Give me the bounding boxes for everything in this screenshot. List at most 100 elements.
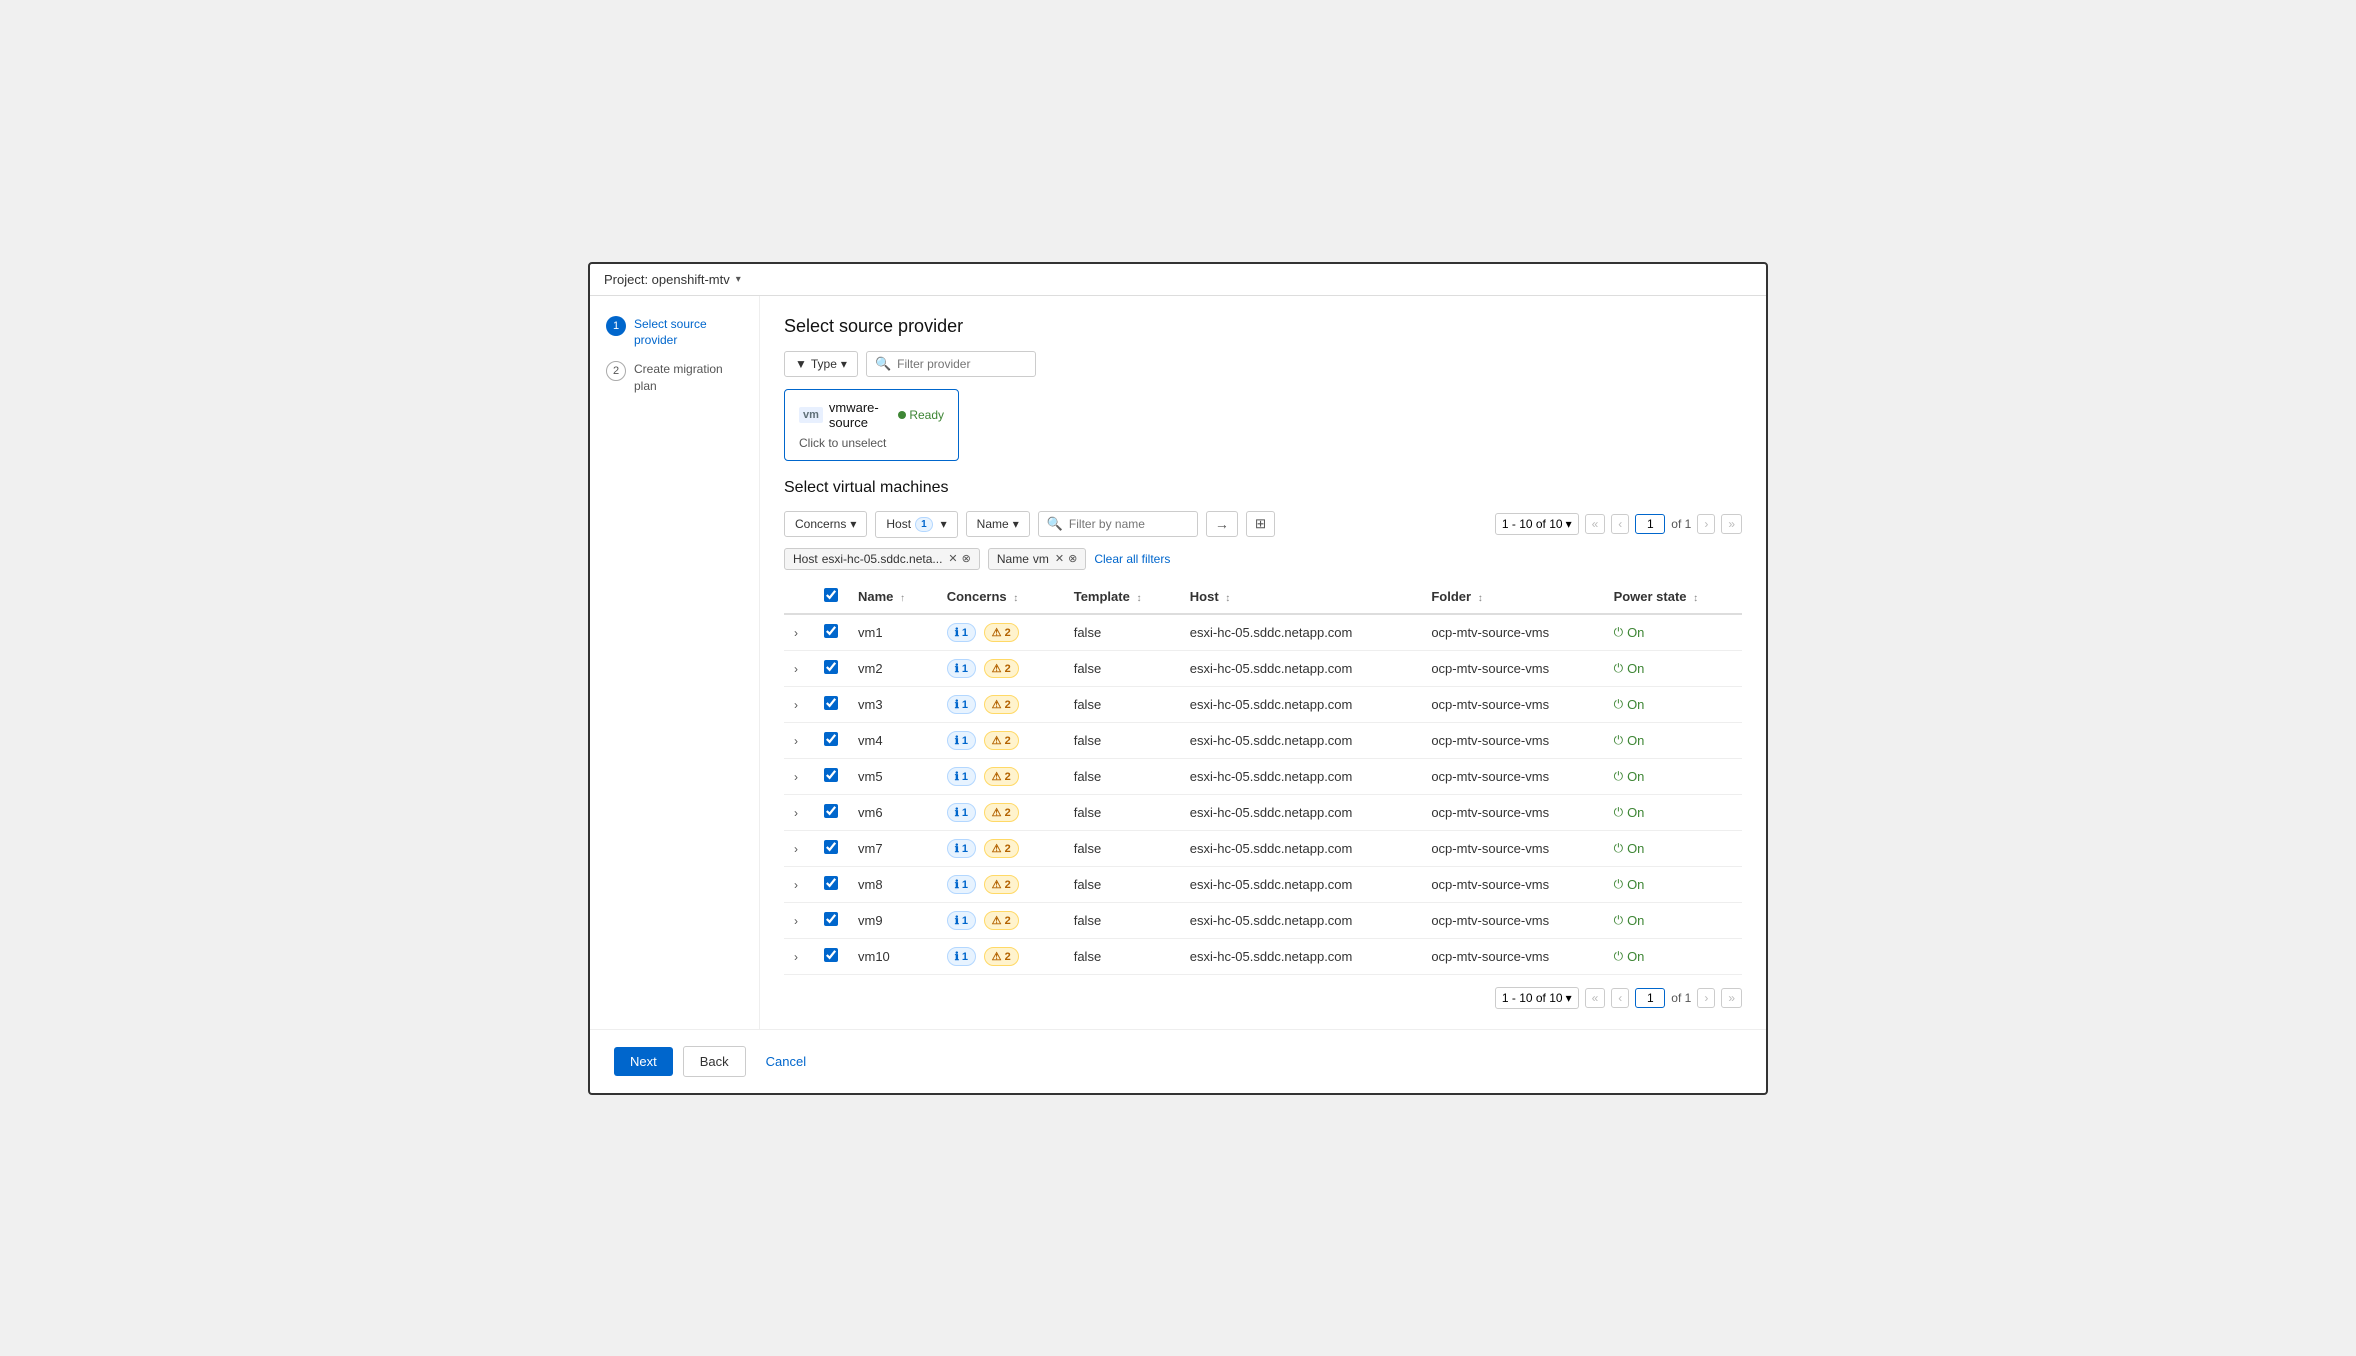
row-name: vm10 xyxy=(848,938,937,974)
info-badge[interactable]: ℹ 1 xyxy=(947,875,976,894)
row-checkbox[interactable] xyxy=(824,732,838,746)
type-filter-button[interactable]: ▼ Type ▾ xyxy=(784,351,858,377)
row-checkbox[interactable] xyxy=(824,696,838,710)
last-page-button-bottom[interactable]: » xyxy=(1721,988,1742,1008)
row-template: false xyxy=(1064,794,1180,830)
row-template: false xyxy=(1064,938,1180,974)
name-filter-input[interactable] xyxy=(1069,517,1189,531)
info-badge[interactable]: ℹ 1 xyxy=(947,803,976,822)
row-expand-arrow[interactable]: › xyxy=(794,950,798,964)
page-size-button-bottom[interactable]: 1 - 10 of 10 ▾ xyxy=(1495,987,1579,1009)
warn-badge[interactable]: ⚠ 2 xyxy=(984,947,1019,966)
host-filter-label: Host xyxy=(886,517,911,531)
row-expand-arrow[interactable]: › xyxy=(794,734,798,748)
host-filter-button[interactable]: Host 1 ▾ xyxy=(875,511,957,538)
power-on-status: ⏻ On xyxy=(1614,877,1732,892)
row-checkbox[interactable] xyxy=(824,876,838,890)
row-checkbox-cell xyxy=(814,614,848,651)
last-page-button[interactable]: » xyxy=(1721,514,1742,534)
warn-badge[interactable]: ⚠ 2 xyxy=(984,767,1019,786)
row-checkbox[interactable] xyxy=(824,624,838,638)
warn-badge[interactable]: ⚠ 2 xyxy=(984,623,1019,642)
concerns-filter-button[interactable]: Concerns ▾ xyxy=(784,511,867,537)
row-checkbox[interactable] xyxy=(824,768,838,782)
host-col-header[interactable]: Host ↕ xyxy=(1180,580,1422,614)
warn-badge[interactable]: ⚠ 2 xyxy=(984,839,1019,858)
next-button[interactable]: Next xyxy=(614,1047,673,1076)
expand-col-header xyxy=(784,580,814,614)
row-checkbox[interactable] xyxy=(824,660,838,674)
concerns-col-label: Concerns xyxy=(947,589,1007,604)
info-badge[interactable]: ℹ 1 xyxy=(947,695,976,714)
row-checkbox[interactable] xyxy=(824,804,838,818)
page-input[interactable] xyxy=(1635,514,1665,534)
clear-all-filters-link[interactable]: Clear all filters xyxy=(1094,552,1170,566)
info-badge[interactable]: ℹ 1 xyxy=(947,911,976,930)
warn-badge[interactable]: ⚠ 2 xyxy=(984,731,1019,750)
power-col-header[interactable]: Power state ↕ xyxy=(1604,580,1742,614)
row-expand-arrow[interactable]: › xyxy=(794,914,798,928)
expand-cell: › xyxy=(784,650,814,686)
template-col-header[interactable]: Template ↕ xyxy=(1064,580,1180,614)
name-chip-clear-icon[interactable]: ⊗ xyxy=(1068,552,1077,565)
info-badge[interactable]: ℹ 1 xyxy=(947,947,976,966)
search-icon: 🔍 xyxy=(875,356,891,372)
next-page-button-bottom[interactable]: › xyxy=(1697,988,1715,1008)
row-checkbox[interactable] xyxy=(824,840,838,854)
expand-cell: › xyxy=(784,686,814,722)
step-2-label: Create migration plan xyxy=(634,361,743,395)
page-size-button[interactable]: 1 - 10 of 10 ▾ xyxy=(1495,513,1579,535)
row-expand-arrow[interactable]: › xyxy=(794,878,798,892)
expand-cell: › xyxy=(784,938,814,974)
first-page-button-bottom[interactable]: « xyxy=(1585,988,1606,1008)
row-expand-arrow[interactable]: › xyxy=(794,770,798,784)
prev-page-button-bottom[interactable]: ‹ xyxy=(1611,988,1629,1008)
row-name: vm9 xyxy=(848,902,937,938)
info-badge[interactable]: ℹ 1 xyxy=(947,731,976,750)
host-col-label: Host xyxy=(1190,589,1219,604)
host-chip-clear-icon[interactable]: ⊗ xyxy=(962,552,971,565)
warn-badge[interactable]: ⚠ 2 xyxy=(984,803,1019,822)
power-on-status: ⏻ On xyxy=(1614,913,1732,928)
unselect-link[interactable]: Click to unselect xyxy=(799,436,944,450)
host-chip-remove[interactable]: ✕ xyxy=(948,552,957,565)
info-badge[interactable]: ℹ 1 xyxy=(947,839,976,858)
filter-apply-button[interactable]: → xyxy=(1206,511,1238,537)
warn-badge[interactable]: ⚠ 2 xyxy=(984,659,1019,678)
info-badge[interactable]: ℹ 1 xyxy=(947,623,976,642)
row-checkbox[interactable] xyxy=(824,948,838,962)
row-expand-arrow[interactable]: › xyxy=(794,626,798,640)
row-expand-arrow[interactable]: › xyxy=(794,698,798,712)
cancel-button[interactable]: Cancel xyxy=(756,1047,816,1076)
row-expand-arrow[interactable]: › xyxy=(794,842,798,856)
page-input-bottom[interactable] xyxy=(1635,988,1665,1008)
warn-badge[interactable]: ⚠ 2 xyxy=(984,911,1019,930)
row-checkbox-cell xyxy=(814,686,848,722)
warn-badge[interactable]: ⚠ 2 xyxy=(984,695,1019,714)
name-chip-remove[interactable]: ✕ xyxy=(1055,552,1064,565)
name-filter-button[interactable]: Name ▾ xyxy=(966,511,1030,537)
provider-filter-input[interactable] xyxy=(897,357,1027,371)
folder-col-header[interactable]: Folder ↕ xyxy=(1421,580,1603,614)
first-page-button[interactable]: « xyxy=(1585,514,1606,534)
row-expand-arrow[interactable]: › xyxy=(794,662,798,676)
prev-page-button[interactable]: ‹ xyxy=(1611,514,1629,534)
concerns-col-header[interactable]: Concerns ↕ xyxy=(937,580,1064,614)
columns-button[interactable]: ⊞ xyxy=(1246,511,1275,537)
row-template: false xyxy=(1064,830,1180,866)
row-checkbox[interactable] xyxy=(824,912,838,926)
title-dropdown-arrow[interactable]: ▾ xyxy=(736,274,741,285)
next-page-button[interactable]: › xyxy=(1697,514,1715,534)
row-expand-arrow[interactable]: › xyxy=(794,806,798,820)
info-badge[interactable]: ℹ 1 xyxy=(947,659,976,678)
select-all-checkbox[interactable] xyxy=(824,588,838,602)
name-col-header[interactable]: Name ↑ xyxy=(848,580,937,614)
provider-section-title: Select source provider xyxy=(784,316,1742,337)
power-label: On xyxy=(1627,841,1644,856)
provider-card[interactable]: vm vmware-source Ready Click to unselect xyxy=(784,389,959,461)
info-badge[interactable]: ℹ 1 xyxy=(947,767,976,786)
power-label: On xyxy=(1627,877,1644,892)
warn-badge[interactable]: ⚠ 2 xyxy=(984,875,1019,894)
table-row: › vm2 ℹ 1 ⚠ 2 false esxi-hc-05.sddc.neta… xyxy=(784,650,1742,686)
back-button[interactable]: Back xyxy=(683,1046,746,1077)
